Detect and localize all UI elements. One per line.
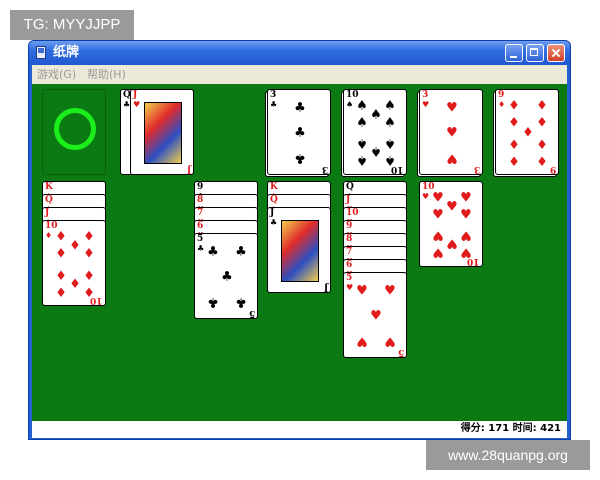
card-10-of-hearts[interactable]: 10 ♥ ♥ ♥ ♥ ♥ ♥ ♥ ♥ ♥ ♥ ♥ 10 xyxy=(419,181,483,267)
minimize-button[interactable] xyxy=(505,44,523,62)
hearts-pip-icon: ♥ xyxy=(460,227,472,243)
card-index-bottom: 10 xyxy=(391,164,404,174)
court-figure-icon xyxy=(144,102,182,164)
watermark-bottom-right: www.28quanpg.org xyxy=(426,440,590,470)
diamonds-pip-icon: ♦ xyxy=(69,274,81,290)
clubs-pip-icon: ♣ xyxy=(294,150,306,166)
spades-pip-icon: ♠ xyxy=(356,152,368,168)
solitaire-window: 纸牌 游戏(G) 帮助(H) Q ♣ J ♥ J 3 ♣ ♣ ♣ ♣ 3 10 ♠ ♠ ♠ ♠ ♠ ♠ ♠ ♠ ♠ ♠ ♠ 1… xyxy=(28,40,571,440)
card-index-bottom: 9 xyxy=(549,164,556,174)
card-index-bottom: J xyxy=(323,282,328,292)
clubs-pip-icon: ♣ xyxy=(294,100,306,116)
hearts-pip-icon: ♥ xyxy=(446,150,458,166)
hearts-pip-icon: ♥ xyxy=(460,190,472,206)
card-index-bottom: 5 xyxy=(248,308,255,318)
hearts-pip-icon: ♥ xyxy=(356,333,368,349)
spades-pip-icon: ♠ xyxy=(384,135,396,151)
foundation-1-card-3-of-clubs[interactable]: 3 ♣ ♣ ♣ ♣ 3 xyxy=(267,89,331,175)
hearts-pip-icon: ♥ xyxy=(446,100,458,116)
status-bar: 得分: 171 时间: 421 xyxy=(32,421,567,438)
foundation-2-card-10-of-spades[interactable]: 10 ♠ ♠ ♠ ♠ ♠ ♠ ♠ ♠ ♠ ♠ ♠ 10 xyxy=(343,89,407,175)
diamonds-pip-icon: ♦ xyxy=(536,152,548,168)
spades-pip-icon: ♠ xyxy=(356,135,368,151)
spades-pip-icon: ♠ xyxy=(384,115,396,131)
menu-help[interactable]: 帮助(H) xyxy=(87,67,126,82)
hearts-pip-icon: ♥ xyxy=(460,207,472,223)
clubs-pip-icon: ♣ xyxy=(207,244,219,260)
card-index-bottom: 5 xyxy=(397,347,404,357)
diamonds-pip-icon: ♦ xyxy=(508,152,520,168)
card-index-bottom: 3 xyxy=(321,164,328,174)
card-index: 9 ♦ xyxy=(498,90,506,109)
spades-pip-icon: ♠ xyxy=(370,143,382,159)
hearts-pip-icon: ♥ xyxy=(432,244,444,260)
card-index: J ♣ xyxy=(270,208,278,227)
card-index-bottom: J xyxy=(186,164,191,174)
card-5-of-hearts[interactable]: 5 ♥ ♥ ♥ ♥ ♥ ♥ 5 xyxy=(343,272,407,358)
clubs-pip-icon: ♣ xyxy=(294,125,306,141)
diamonds-pip-icon: ♦ xyxy=(55,283,67,299)
diamonds-pip-icon: ♦ xyxy=(536,98,548,114)
hearts-pip-icon: ♥ xyxy=(446,235,458,251)
hearts-pip-icon: ♥ xyxy=(446,125,458,141)
diamonds-pip-icon: ♦ xyxy=(522,125,534,141)
diamonds-pip-icon: ♦ xyxy=(508,98,520,114)
card-index-bottom: 3 xyxy=(473,164,480,174)
hearts-pip-icon: ♥ xyxy=(356,283,368,299)
card-10-of-diamonds[interactable]: 10 ♦ ♦ ♦ ♦ ♦ ♦ ♦ ♦ ♦ ♦ ♦ 10 xyxy=(42,220,106,306)
card-jack-of-hearts[interactable]: J ♥ J xyxy=(130,89,194,175)
diamonds-pip-icon: ♦ xyxy=(508,115,520,131)
title-bar[interactable]: 纸牌 xyxy=(29,41,570,65)
diamonds-pip-icon: ♦ xyxy=(83,246,95,262)
clubs-pip-icon: ♣ xyxy=(235,294,247,310)
spades-pip-icon: ♠ xyxy=(384,98,396,114)
card-index: J♥ xyxy=(133,90,141,109)
hearts-pip-icon: ♥ xyxy=(432,227,444,243)
diamonds-pip-icon: ♦ xyxy=(55,266,67,282)
card-index: 3 ♥ xyxy=(422,90,430,109)
hearts-pip-icon: ♥ xyxy=(446,199,458,215)
court-figure-icon xyxy=(281,220,319,282)
solitaire-app-icon xyxy=(36,46,46,59)
game-board: Q ♣ J ♥ J 3 ♣ ♣ ♣ ♣ 3 10 ♠ ♠ ♠ ♠ ♠ ♠ ♠ ♠ ♠ ♠ ♠ 10 3 ♥ ♥ ♥ ♥ 3 9 ♦ ♦ ♦ ♦ ♦ ♦ ♦… xyxy=(32,84,567,421)
menu-bar: 游戏(G) 帮助(H) xyxy=(32,65,567,84)
card-index-bottom: 10 xyxy=(467,256,480,266)
card-5-of-clubs[interactable]: 5 ♣ ♣ ♣ ♣ ♣ ♣ 5 xyxy=(194,233,258,319)
watermark-top-left: TG: MYYJJPP xyxy=(10,10,134,40)
foundation-3-card-3-of-hearts[interactable]: 3 ♥ ♥ ♥ ♥ 3 xyxy=(419,89,483,175)
spades-pip-icon: ♠ xyxy=(356,115,368,131)
diamonds-pip-icon: ♦ xyxy=(83,229,95,245)
diamonds-pip-icon: ♦ xyxy=(69,238,81,254)
menu-game[interactable]: 游戏(G) xyxy=(37,67,76,82)
card-index: 5 ♣ xyxy=(197,234,205,253)
card-index: 5 ♥ xyxy=(346,273,354,292)
diamonds-pip-icon: ♦ xyxy=(508,135,520,151)
card-index-bottom: 10 xyxy=(90,295,103,305)
window-title: 纸牌 xyxy=(53,45,80,60)
clubs-pip-icon: ♣ xyxy=(235,244,247,260)
clubs-pip-icon: ♣ xyxy=(221,269,233,285)
stock-pile-empty[interactable] xyxy=(42,89,106,175)
maximize-button[interactable] xyxy=(526,44,544,62)
hearts-pip-icon: ♥ xyxy=(432,190,444,206)
spades-pip-icon: ♠ xyxy=(370,107,382,123)
spades-pip-icon: ♠ xyxy=(356,98,368,114)
diamonds-pip-icon: ♦ xyxy=(536,115,548,131)
hearts-pip-icon: ♥ xyxy=(384,283,396,299)
redeal-ring-icon xyxy=(54,108,96,150)
hearts-pip-icon: ♥ xyxy=(370,308,382,324)
card-index: 3 ♣ xyxy=(270,90,278,109)
foundation-4-card-9-of-diamonds[interactable]: 9 ♦ ♦ ♦ ♦ ♦ ♦ ♦ ♦ ♦ ♦ 9 xyxy=(495,89,559,175)
clubs-pip-icon: ♣ xyxy=(207,294,219,310)
hearts-pip-icon: ♥ xyxy=(384,333,396,349)
diamonds-pip-icon: ♦ xyxy=(55,229,67,245)
card-jack-of-clubs[interactable]: J ♣ J xyxy=(267,207,331,293)
diamonds-pip-icon: ♦ xyxy=(83,266,95,282)
hearts-pip-icon: ♥ xyxy=(432,207,444,223)
close-button[interactable] xyxy=(547,44,565,62)
diamonds-pip-icon: ♦ xyxy=(55,246,67,262)
diamonds-pip-icon: ♦ xyxy=(536,135,548,151)
score-time-status: 得分: 171 时间: 421 xyxy=(460,423,561,434)
